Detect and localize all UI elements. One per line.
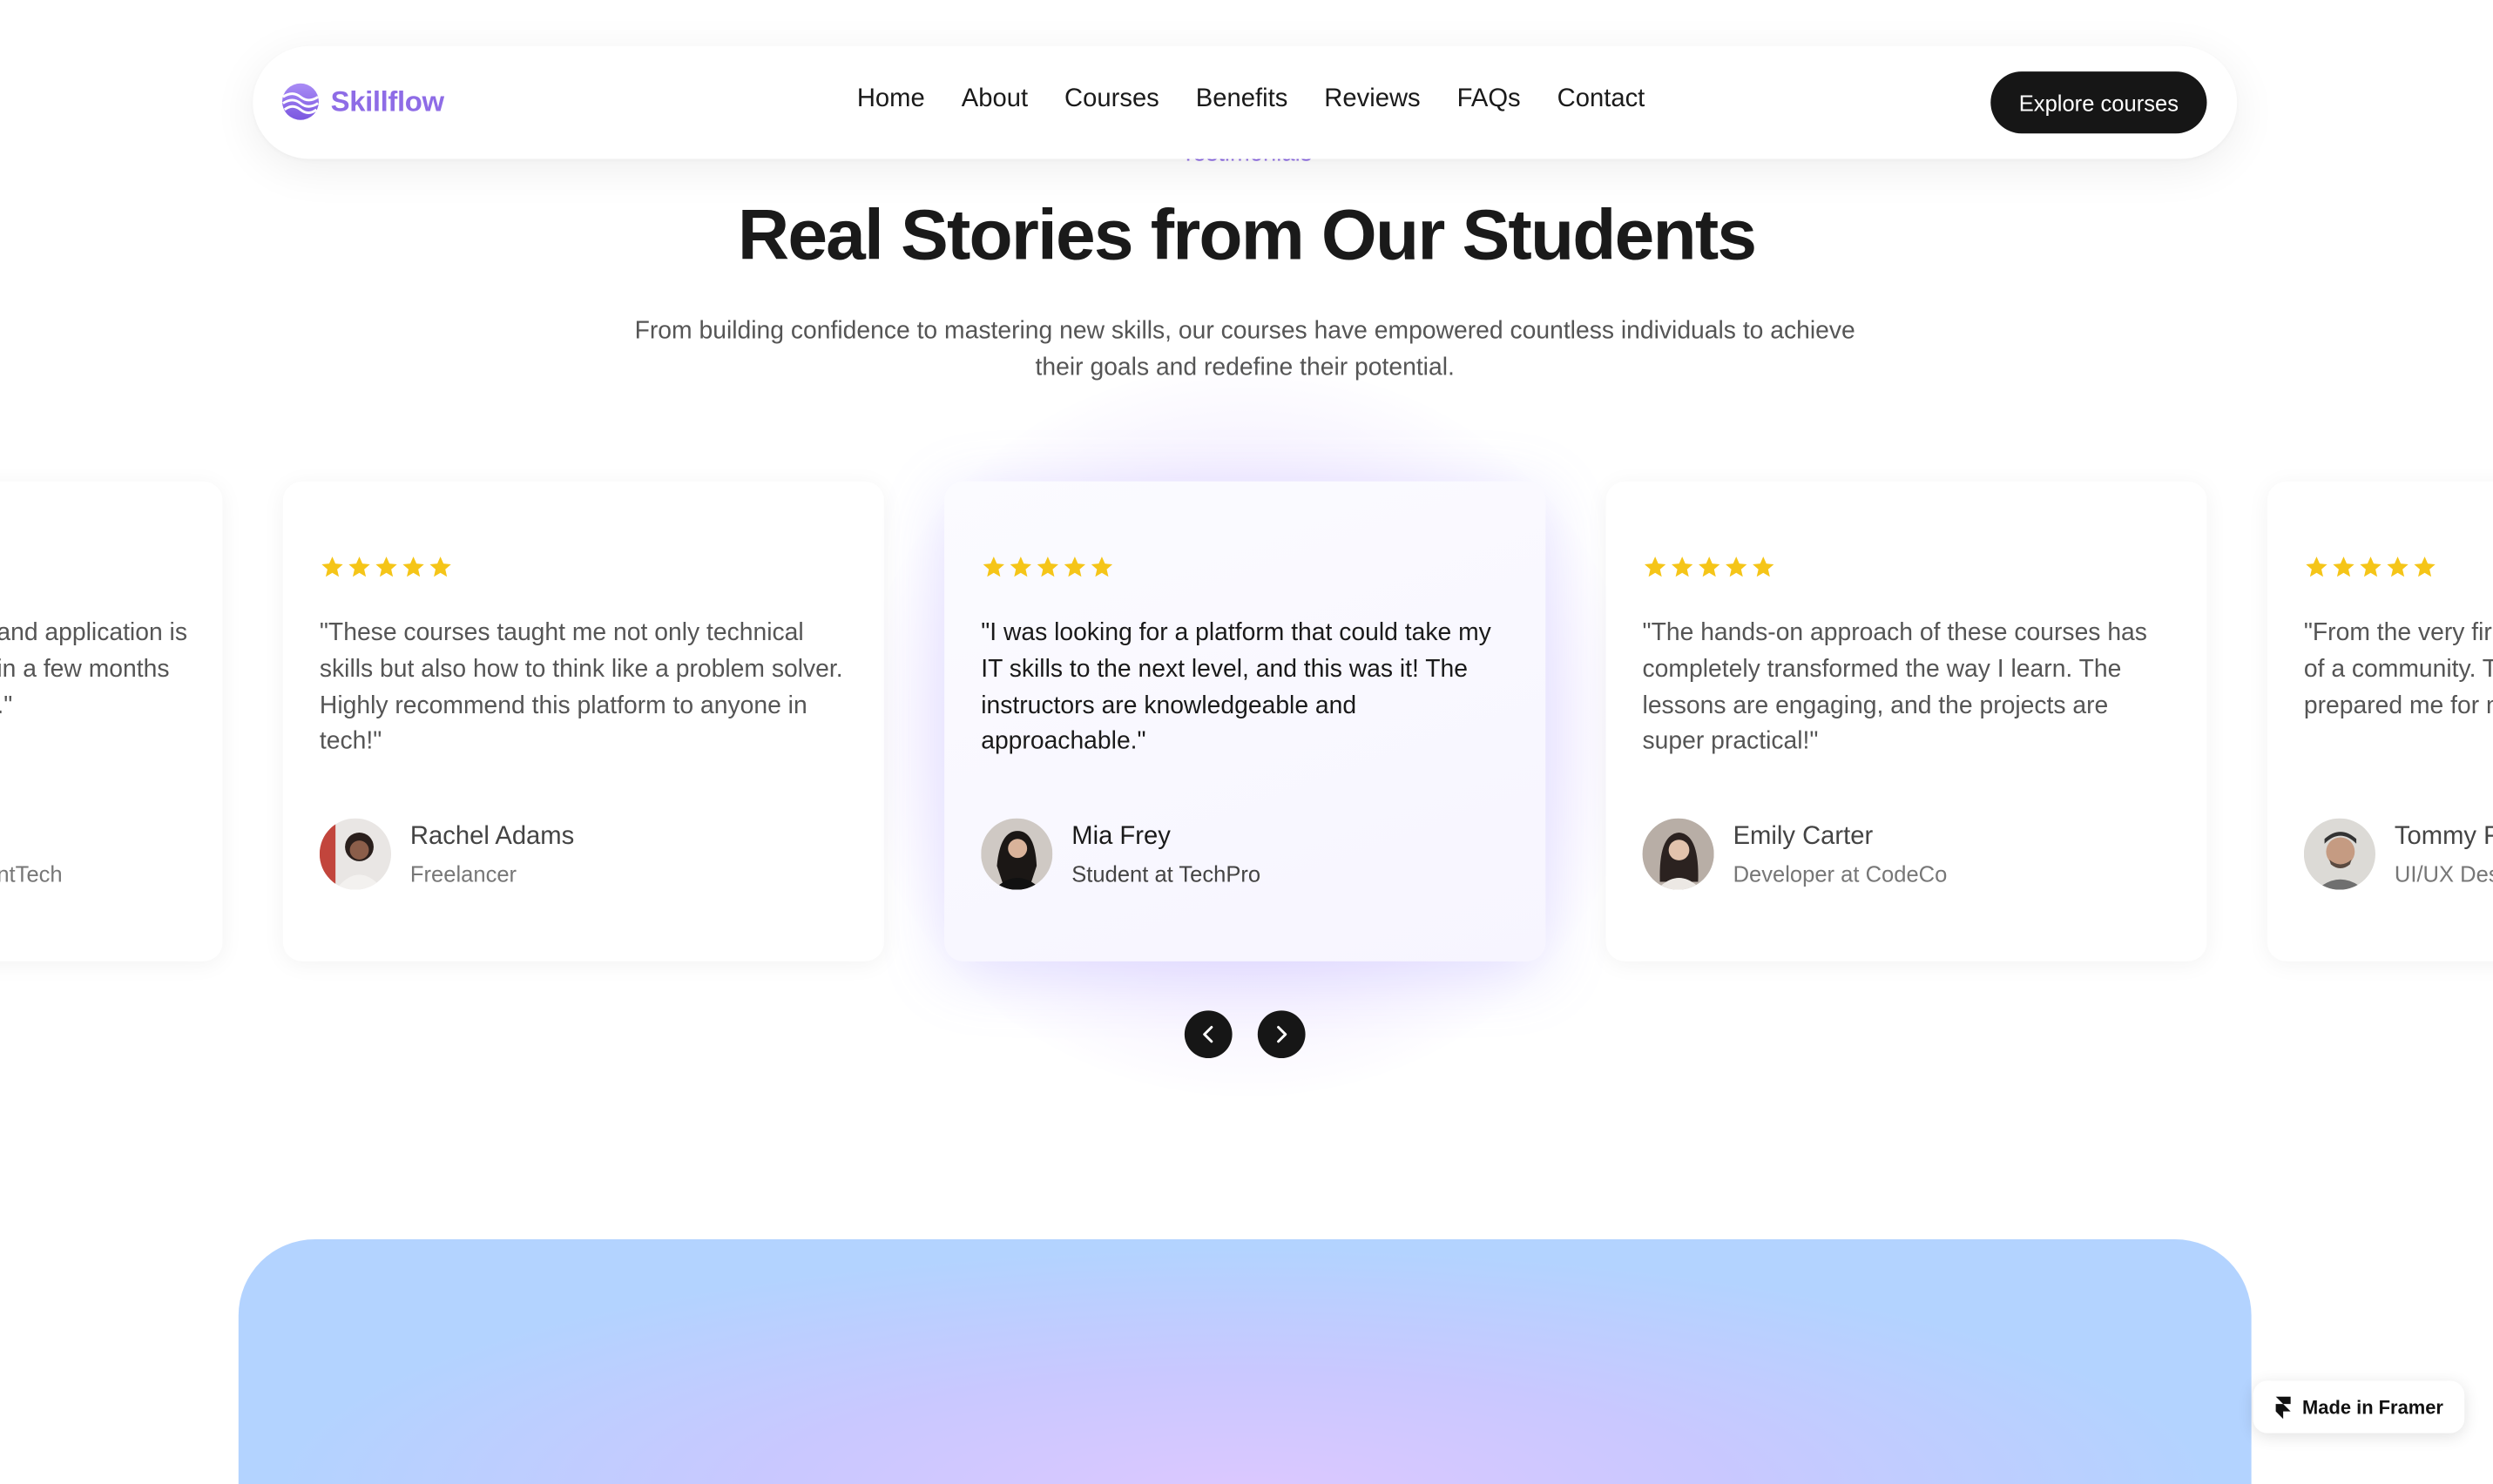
section-title: Real Stories from Our Students — [737, 193, 1757, 275]
star-icon — [321, 556, 343, 577]
chevron-left-icon — [1203, 1026, 1213, 1043]
star-icon — [1064, 556, 1086, 577]
star-icon — [1037, 556, 1059, 577]
testimonial-quote: "I was looking for a platform that could… — [981, 619, 1491, 756]
star-icon — [1726, 556, 1747, 577]
testimonial-quote: and application is in a few months ." — [0, 619, 187, 719]
star-icon — [2333, 556, 2354, 577]
cta-gradient-panel — [238, 1239, 2252, 1484]
rating-stars — [2304, 555, 2437, 580]
rating-stars — [320, 555, 453, 580]
nav-link-contact[interactable]: Contact — [1557, 86, 1645, 115]
brand-logo[interactable]: Skillflow — [281, 83, 444, 121]
nav-link-courses[interactable]: Courses — [1064, 86, 1159, 115]
testimonial-quote: "From the very fir of a community. T pre… — [2303, 619, 2493, 719]
star-icon — [1753, 556, 1774, 577]
testimonial-quote: "These courses taught me not only techni… — [319, 619, 843, 756]
rating-stars — [1643, 555, 1776, 580]
testimonial-card[interactable]: and application is in a few months ." nt… — [0, 481, 223, 961]
explore-courses-button[interactable]: Explore courses — [1990, 71, 2207, 134]
testimonial-role: ntTech — [0, 860, 63, 887]
star-icon — [348, 556, 370, 577]
logo-icon — [281, 83, 319, 120]
star-icon — [1010, 556, 1032, 577]
testimonial-card-active[interactable]: "I was looking for a platform that could… — [944, 481, 1546, 961]
testimonial-card[interactable]: "These courses taught me not only techni… — [282, 481, 884, 961]
avatar — [981, 818, 1053, 890]
rating-stars — [981, 555, 1114, 580]
testimonial-quote: "The hands-on approach of these courses … — [1642, 619, 2147, 756]
nav-link-faqs[interactable]: FAQs — [1457, 86, 1521, 115]
brand-name: Skillflow — [330, 84, 444, 118]
star-icon — [2414, 556, 2436, 577]
nav-link-benefits[interactable]: Benefits — [1196, 86, 1288, 115]
chevron-right-icon — [1277, 1026, 1287, 1043]
framer-icon — [2275, 1395, 2291, 1419]
previous-button[interactable] — [1184, 1010, 1233, 1059]
testimonial-role: Student at TechPro — [1071, 860, 1261, 887]
star-icon — [2306, 556, 2327, 577]
star-icon — [429, 556, 451, 577]
star-icon — [2387, 556, 2409, 577]
testimonial-role: Freelancer — [409, 860, 517, 887]
testimonial-card[interactable]: "From the very fir of a community. T pre… — [2267, 481, 2493, 961]
testimonial-name: Emily Carter — [1733, 823, 1874, 851]
star-icon — [1644, 556, 1666, 577]
testimonial-card[interactable]: "The hands-on approach of these courses … — [1605, 481, 2207, 961]
made-in-framer-badge[interactable]: Made in Framer — [2253, 1380, 2465, 1433]
nav-links: Home About Courses Benefits Reviews FAQs… — [857, 86, 1645, 115]
star-icon — [402, 556, 424, 577]
star-icon — [2360, 556, 2382, 577]
nav-link-about[interactable]: About — [962, 86, 1028, 115]
navbar: Skillflow Home About Courses Benefits Re… — [253, 45, 2238, 159]
testimonial-role: Developer at CodeCo — [1733, 860, 1948, 887]
section-subtitle: From building confidence to mastering ne… — [634, 317, 1855, 381]
star-icon — [983, 556, 1004, 577]
star-icon — [1091, 556, 1113, 577]
nav-link-home[interactable]: Home — [857, 86, 925, 115]
next-button[interactable] — [1257, 1010, 1306, 1059]
testimonial-name: Rachel Adams — [409, 823, 575, 851]
nav-link-reviews[interactable]: Reviews — [1324, 86, 1420, 115]
made-in-framer-label: Made in Framer — [2302, 1395, 2443, 1419]
star-icon — [1671, 556, 1693, 577]
testimonial-name: Mia Frey — [1071, 823, 1171, 851]
avatar — [2303, 818, 2375, 890]
avatar — [1642, 818, 1714, 890]
star-icon — [1699, 556, 1720, 577]
testimonial-name: Tommy F — [2394, 823, 2493, 851]
testimonial-role: UI/UX Des — [2394, 860, 2493, 887]
star-icon — [375, 556, 397, 577]
page: Testimonials Skillflow Home About Course… — [0, 0, 2493, 1484]
avatar — [319, 818, 392, 890]
